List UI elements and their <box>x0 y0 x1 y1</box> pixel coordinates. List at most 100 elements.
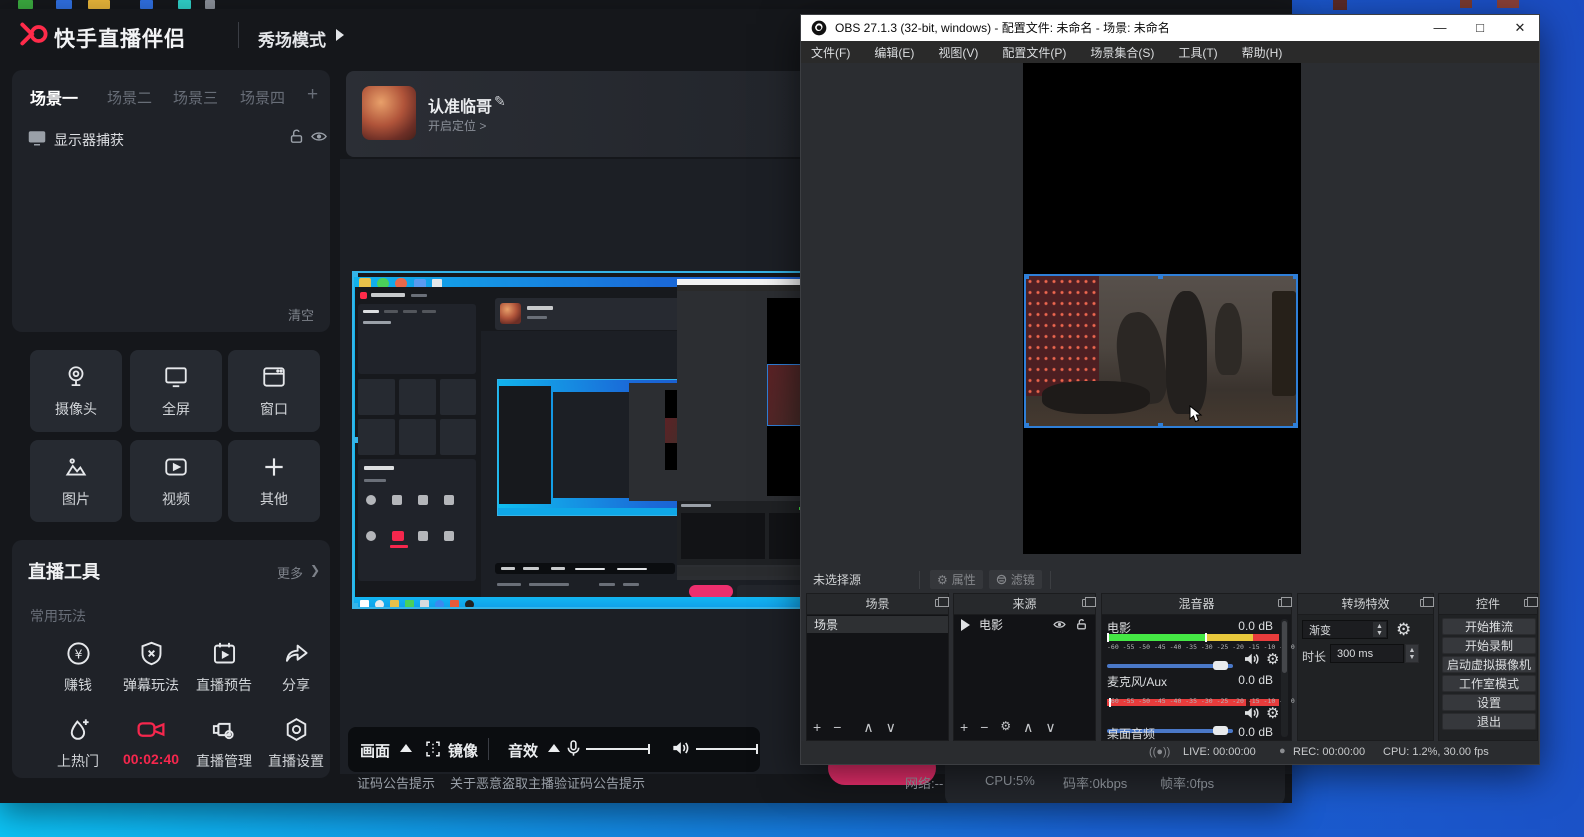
remove-scene-icon[interactable]: − <box>833 719 841 736</box>
channel-settings-gear-icon[interactable] <box>1266 650 1279 668</box>
menu-file[interactable]: 文件(F) <box>811 44 850 61</box>
channel-settings-gear-icon[interactable] <box>1266 704 1279 722</box>
virtual-camera-button[interactable]: 启动虚拟摄像机 <box>1442 656 1536 673</box>
remove-source-icon[interactable]: − <box>980 719 988 736</box>
mic-volume-slider[interactable] <box>586 748 650 750</box>
movie-source[interactable] <box>1024 274 1298 428</box>
scene-list-item[interactable]: 场景 <box>807 616 948 633</box>
sound-menu-caret-icon[interactable] <box>548 744 560 752</box>
source-list-item[interactable]: 电影 <box>954 616 1095 633</box>
obs-program-canvas[interactable] <box>1023 63 1301 554</box>
menu-view[interactable]: 视图(V) <box>938 44 978 61</box>
volume-slider-movie[interactable] <box>1107 664 1233 668</box>
tool-share[interactable]: 分享 <box>263 640 329 695</box>
more-chevron-icon[interactable]: ❯ <box>310 563 320 577</box>
maximize-button[interactable]: □ <box>1463 15 1497 41</box>
add-window-tile[interactable]: 窗口 <box>228 350 320 432</box>
live-tools-panel: 直播工具 更多 ❯ 常用玩法 ¥ 赚钱 弹幕玩法 直播预告 分享 <box>12 540 330 778</box>
mute-speaker-icon[interactable] <box>1242 650 1260 668</box>
shield-x-icon <box>138 640 165 667</box>
scene-up-icon[interactable]: ∧ <box>863 719 873 736</box>
menu-tools[interactable]: 工具(T) <box>1178 44 1217 61</box>
source-down-icon[interactable]: ∨ <box>1045 719 1055 736</box>
duration-field[interactable]: 300 ms <box>1330 644 1404 663</box>
start-streaming-button[interactable]: 开始推流 <box>1442 618 1536 635</box>
more-link[interactable]: 更多 <box>277 563 303 582</box>
studio-mode-button[interactable]: 工作室模式 <box>1442 675 1536 692</box>
screen-menu-caret-icon[interactable] <box>400 744 412 752</box>
sources-dock-title[interactable]: 来源 <box>953 593 1096 615</box>
slider-handle[interactable] <box>1213 726 1228 735</box>
add-fullscreen-tile[interactable]: 全屏 <box>130 350 222 432</box>
dock-popout-icon[interactable] <box>1278 599 1287 607</box>
mirror-icon[interactable] <box>424 740 442 758</box>
unlock-icon[interactable] <box>288 128 305 145</box>
edit-name-icon[interactable]: ✎ <box>494 93 506 110</box>
mode-selector[interactable]: 秀场模式 <box>258 26 326 51</box>
visibility-eye-icon[interactable] <box>310 128 328 145</box>
properties-button[interactable]: 属性 <box>930 570 983 589</box>
mute-speaker-icon[interactable] <box>1242 704 1260 722</box>
scene-tab-1[interactable]: 场景一 <box>30 85 78 109</box>
capture-source-item[interactable]: 显示器捕获 <box>54 130 124 150</box>
tool-live-preview[interactable]: 直播预告 <box>191 640 257 695</box>
controls-dock-title[interactable]: 控件 <box>1438 593 1538 615</box>
duration-spinner[interactable]: ▲▼ <box>1405 644 1419 663</box>
settings-button[interactable]: 设置 <box>1442 694 1536 711</box>
menu-help[interactable]: 帮助(H) <box>1242 44 1283 61</box>
source-eye-icon[interactable] <box>1052 618 1067 631</box>
add-other-tile[interactable]: 其他 <box>228 440 320 522</box>
scene-down-icon[interactable]: ∨ <box>886 719 896 736</box>
minimize-button[interactable]: — <box>1423 15 1457 41</box>
tool-live-settings[interactable]: 直播设置 <box>263 716 329 771</box>
scene-tab-2[interactable]: 场景二 <box>107 87 152 108</box>
tool-earn-money[interactable]: ¥ 赚钱 <box>45 640 111 695</box>
mode-caret-icon[interactable] <box>336 29 344 41</box>
mixer-dock-title[interactable]: 混音器 <box>1101 593 1292 615</box>
add-camera-tile[interactable]: 摄像头 <box>30 350 122 432</box>
add-scene-icon[interactable]: + <box>813 719 821 736</box>
source-lock-icon[interactable] <box>1075 618 1088 631</box>
start-recording-button[interactable]: 开始录制 <box>1442 637 1536 654</box>
dock-popout-icon[interactable] <box>1420 599 1429 607</box>
transition-select[interactable]: 渐变 ▲▼ <box>1302 620 1388 639</box>
tool-danmaku-play[interactable]: 弹幕玩法 <box>118 640 184 695</box>
source-properties-icon[interactable] <box>1000 719 1011 736</box>
slider-handle[interactable] <box>1213 661 1228 670</box>
add-scene-button[interactable]: + <box>307 84 318 106</box>
add-video-tile[interactable]: 视频 <box>130 440 222 522</box>
scenes-dock-title[interactable]: 场景 <box>806 593 949 615</box>
scene-tab-4[interactable]: 场景四 <box>240 87 285 108</box>
obs-titlebar[interactable]: OBS 27.1.3 (32-bit, windows) - 配置文件: 未命名… <box>801 15 1539 41</box>
dock-popout-icon[interactable] <box>1524 599 1533 607</box>
scene-tab-3[interactable]: 场景三 <box>173 87 218 108</box>
speaker-icon[interactable] <box>670 738 690 758</box>
close-button[interactable]: ✕ <box>1503 15 1537 41</box>
dock-popout-icon[interactable] <box>1082 599 1091 607</box>
source-up-icon[interactable]: ∧ <box>1023 719 1033 736</box>
clear-sources-link[interactable]: 清空 <box>288 305 314 324</box>
mixer-scrollbar[interactable] <box>1281 619 1288 737</box>
captcha-notice-2[interactable]: 关于恶意盗取主播验证码公告提示 <box>450 773 645 792</box>
recording-timer[interactable]: 00:02:40 <box>118 716 184 767</box>
filters-button[interactable]: 滤镜 <box>989 570 1042 589</box>
transition-settings-gear-icon[interactable] <box>1396 620 1411 640</box>
tool-live-manage[interactable]: 直播管理 <box>191 716 257 771</box>
screen-menu[interactable]: 画面 <box>360 740 390 761</box>
dock-popout-icon[interactable] <box>935 599 944 607</box>
add-image-tile[interactable]: 图片 <box>30 440 122 522</box>
calendar-play-icon <box>211 640 238 667</box>
menu-scene-collection[interactable]: 场景集合(S) <box>1090 44 1154 61</box>
menu-profile[interactable]: 配置文件(P) <box>1002 44 1066 61</box>
tool-trending[interactable]: 上热门 <box>45 716 111 771</box>
captcha-notice-1[interactable]: 证码公告提示 <box>357 773 435 792</box>
exit-button[interactable]: 退出 <box>1442 713 1536 730</box>
menu-edit[interactable]: 编辑(E) <box>874 44 914 61</box>
transitions-dock-title[interactable]: 转场特效 <box>1297 593 1434 615</box>
sound-effect-menu[interactable]: 音效 <box>508 740 538 761</box>
microphone-icon[interactable] <box>564 738 583 759</box>
mirror-button[interactable]: 镜像 <box>448 740 478 761</box>
enable-location-link[interactable]: 开启定位 > <box>428 117 486 134</box>
speaker-volume-slider[interactable] <box>696 748 758 750</box>
add-source-icon[interactable]: + <box>960 719 968 736</box>
